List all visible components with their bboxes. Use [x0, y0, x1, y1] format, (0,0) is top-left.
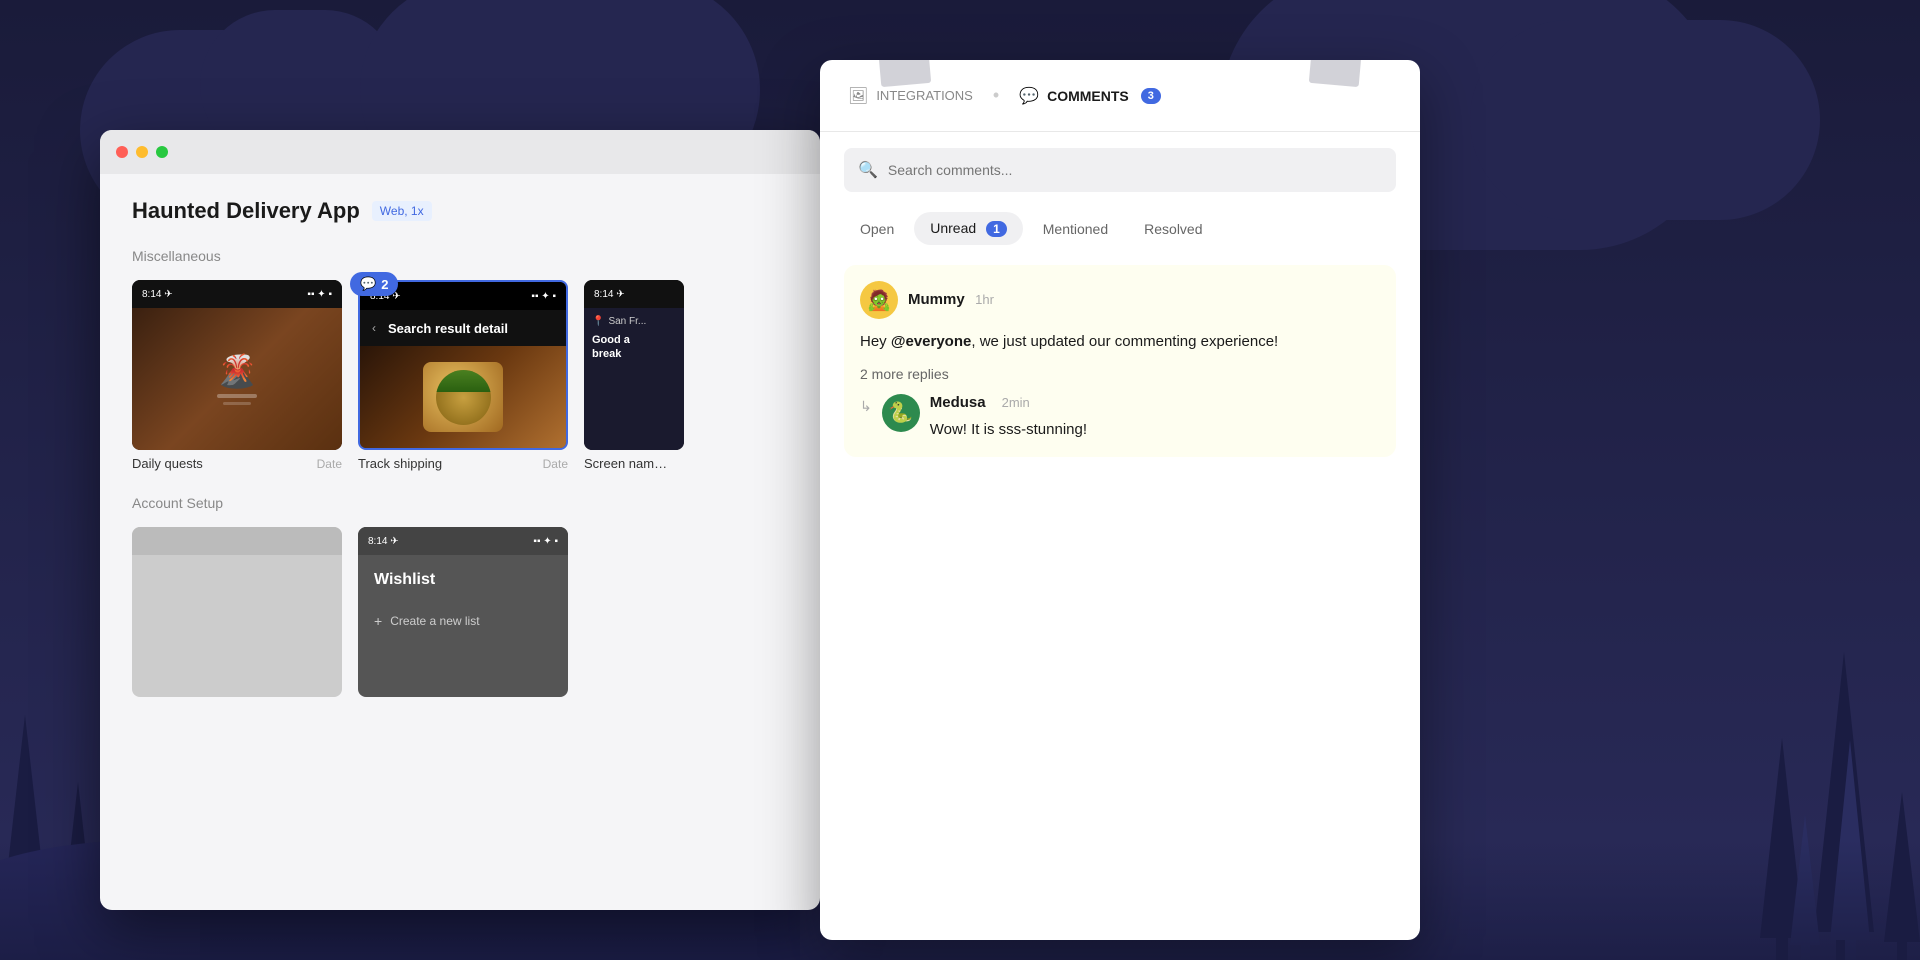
reply-medusa: ↳ 🐍 Medusa 2min Wow! It is sss-stunning!: [860, 394, 1380, 442]
screen-nav-track: ‹ Search result detail: [360, 310, 566, 346]
screen-wishlist[interactable]: 8:14 ✈ ▪▪ ✦ ▪ Wishlist + Create a new li…: [358, 527, 568, 697]
cloud-right-2: [1470, 20, 1820, 220]
section-account-setup: Account Setup: [132, 495, 788, 511]
comment-meta-1: Mummy 1hr: [908, 291, 994, 309]
tab-separator: •: [993, 85, 999, 106]
more-replies-text: 2 more replies: [860, 366, 949, 382]
screens-row-2: 8:14 ✈ ▪▪ ✦ ▪ Wishlist + Create a new li…: [132, 527, 788, 697]
filter-unread[interactable]: Unread 1: [914, 212, 1023, 245]
avatar-medusa: 🐍: [882, 394, 920, 432]
comment-header-1: 🧟 Mummy 1hr: [860, 281, 1380, 319]
tape-corner-right: [1309, 60, 1361, 87]
filter-unread-label: Unread: [930, 220, 976, 236]
reply-time-medusa: 2min: [1002, 395, 1030, 410]
filter-resolved-label: Resolved: [1144, 221, 1202, 237]
screen-date-daily: Date: [317, 457, 342, 471]
screen-header-wishlist: 8:14 ✈ ▪▪ ✦ ▪: [358, 527, 568, 555]
reply-author-medusa: Medusa: [930, 394, 986, 411]
more-replies[interactable]: 2 more replies: [860, 366, 1380, 382]
screen-name-daily: Daily quests: [132, 456, 203, 471]
tab-integrations-label: INTEGRATIONS: [876, 88, 973, 103]
search-input[interactable]: [888, 162, 1382, 178]
panel-body: 🔍 Open Unread 1 Mentioned Resolved 🧟: [820, 132, 1420, 489]
filter-mentioned[interactable]: Mentioned: [1027, 213, 1124, 245]
screen-header-partial: 8:14 ✈: [584, 280, 684, 308]
comment-suffix: , we just updated our commenting experie…: [971, 333, 1278, 350]
comment-time-mummy: 1hr: [975, 292, 994, 307]
wishlist-title: Wishlist: [358, 555, 568, 605]
comment-mention: @everyone: [891, 333, 972, 350]
comment-thread-1: 🧟 Mummy 1hr Hey @everyone, we just updat…: [844, 265, 1396, 457]
screen-thumb-track: 8:14 ✈ ▪▪ ✦ ▪ ‹ Search result detail: [358, 280, 568, 450]
tab-comments[interactable]: 💬 COMMENTS 3: [1015, 78, 1165, 114]
screen-daily-quests[interactable]: 8:14 ✈ ▪▪ ✦ ▪ 🌋 Daily quest: [132, 280, 342, 471]
window-content: Haunted Delivery App Web, 1x Miscellaneo…: [100, 174, 820, 745]
screen-header-daily: 8:14 ✈ ▪▪ ✦ ▪: [132, 280, 342, 308]
filter-tabs: Open Unread 1 Mentioned Resolved: [844, 212, 1396, 245]
app-title-row: Haunted Delivery App Web, 1x: [132, 198, 788, 224]
avatar-mummy: 🧟: [860, 281, 898, 319]
comment-count: 2: [381, 277, 388, 292]
search-icon: 🔍: [858, 160, 878, 180]
screen-thumb-partial: 8:14 ✈ 📍 San Fr... Good abreak: [584, 280, 684, 450]
screen-thumb-daily-quests: 8:14 ✈ ▪▪ ✦ ▪ 🌋: [132, 280, 342, 450]
traffic-light-green[interactable]: [156, 146, 168, 158]
screen-label-row-3: Screen nam…: [584, 456, 684, 471]
comment-badge[interactable]: 💬 2: [350, 272, 398, 296]
reply-body-medusa: Wow! It is sss-stunning!: [930, 419, 1380, 442]
screen-partial[interactable]: 8:14 ✈ 📍 San Fr... Good abreak Screen na…: [584, 280, 684, 471]
comment-icon: 💬: [360, 276, 376, 292]
comments-count-badge: 3: [1141, 88, 1161, 104]
reply-arrow-icon: ↳: [860, 398, 872, 415]
screen-track-shipping[interactable]: 💬 2 8:14 ✈ ▪▪ ✦ ▪ ‹ Search result detail: [358, 280, 568, 471]
filter-mentioned-label: Mentioned: [1043, 221, 1108, 237]
traffic-light-yellow[interactable]: [136, 146, 148, 158]
tape-corner-left: [879, 60, 931, 87]
filter-resolved[interactable]: Resolved: [1128, 213, 1218, 245]
screen-label-row-2: Track shipping Date: [358, 456, 568, 471]
screen-thumb-wishlist: 8:14 ✈ ▪▪ ✦ ▪ Wishlist + Create a new li…: [358, 527, 568, 697]
screen-nav-title: Search result detail: [388, 321, 508, 336]
titlebar: [100, 130, 820, 174]
search-bar[interactable]: 🔍: [844, 148, 1396, 192]
screens-row-1: 8:14 ✈ ▪▪ ✦ ▪ 🌋 Daily quest: [132, 280, 788, 471]
comment-body-1: Hey @everyone, we just updated our comme…: [860, 331, 1380, 354]
comment-author-mummy: Mummy: [908, 291, 965, 308]
traffic-light-red[interactable]: [116, 146, 128, 158]
comment-prefix: Hey: [860, 333, 891, 350]
app-title: Haunted Delivery App: [132, 198, 360, 224]
screen-date-track: Date: [543, 457, 568, 471]
filter-open[interactable]: Open: [844, 213, 910, 245]
app-badge: Web, 1x: [372, 201, 432, 221]
reply-content-medusa: Medusa 2min Wow! It is sss-stunning!: [930, 394, 1380, 442]
screen-name-partial: Screen nam…: [584, 456, 667, 471]
integrations-icon: 🖼: [848, 86, 868, 106]
tab-comments-label: COMMENTS: [1047, 88, 1129, 104]
section-miscellaneous: Miscellaneous: [132, 248, 788, 264]
comments-icon: 💬: [1019, 86, 1039, 106]
screen-label-row-1: Daily quests Date: [132, 456, 342, 471]
screen-name-track: Track shipping: [358, 456, 442, 471]
comments-panel: 🖼 INTEGRATIONS • 💬 COMMENTS 3 🔍 Open Unr…: [820, 60, 1420, 940]
reply-header-medusa: Medusa 2min: [930, 394, 1380, 411]
wishlist-item-1: + Create a new list: [358, 605, 568, 637]
filter-open-label: Open: [860, 221, 894, 237]
unread-count: 1: [986, 221, 1007, 237]
screen-thumb-account-1: [132, 527, 342, 697]
screen-account-1[interactable]: [132, 527, 342, 697]
main-window: Haunted Delivery App Web, 1x Miscellaneo…: [100, 130, 820, 910]
